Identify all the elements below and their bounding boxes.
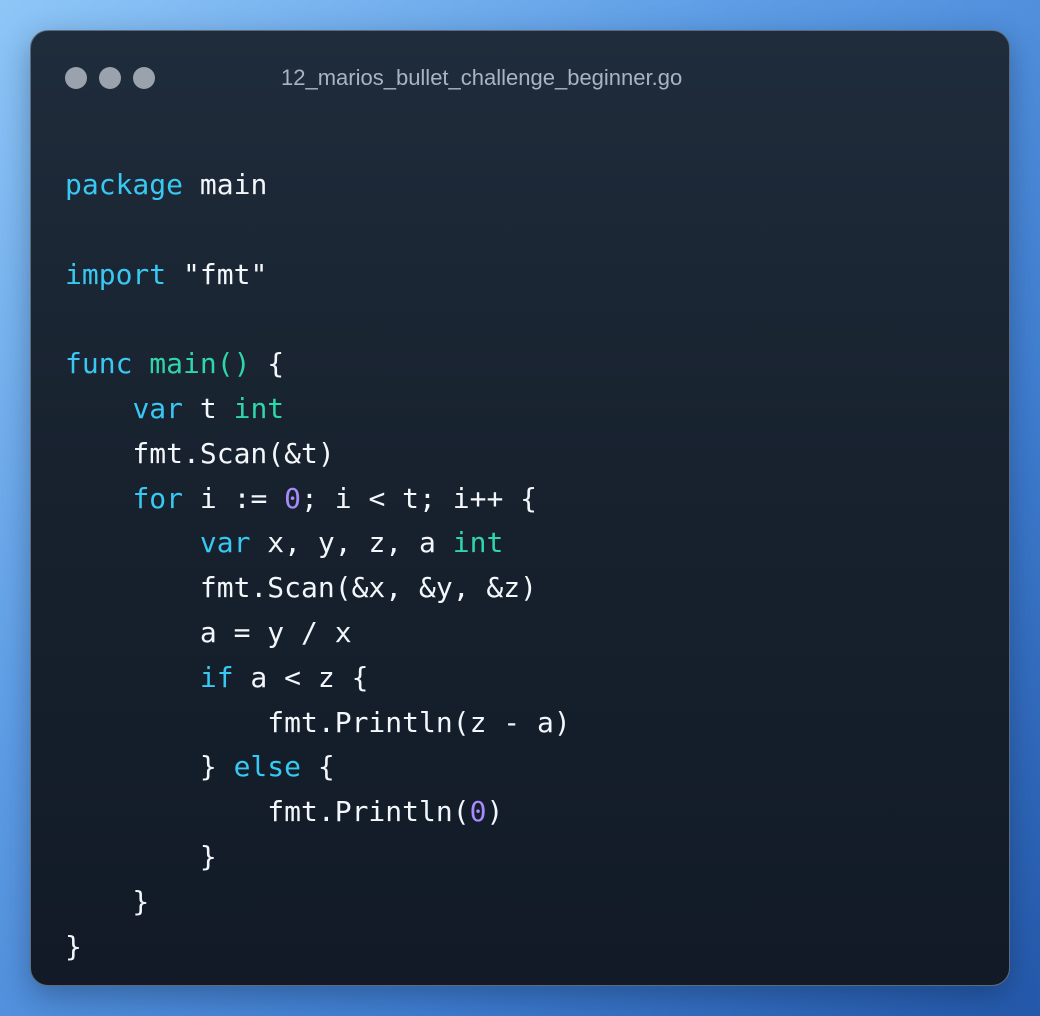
- code-token-ident: a < z {: [233, 660, 369, 694]
- code-line: fmt.Scan(&t): [65, 432, 571, 477]
- title-bar: 12_marios_bullet_challenge_beginner.go: [31, 31, 1009, 121]
- code-line: for i := 0; i < t; i++ {: [65, 477, 571, 522]
- code-line: package main: [65, 163, 571, 208]
- code-token-ident: a = y / x: [65, 615, 352, 649]
- code-token-number: 0: [469, 795, 487, 829]
- code-token-ident: fmt.Scan(&x, &y, &z): [65, 571, 538, 605]
- code-token-keyword: else: [233, 750, 302, 784]
- code-line: fmt.Println(0): [65, 790, 571, 835]
- code-token-keyword: var: [132, 391, 184, 425]
- code-token-ident: main: [183, 168, 268, 201]
- code-token-punct: }: [65, 839, 217, 873]
- code-token-keyword: package: [65, 168, 184, 201]
- code-token-keyword: import: [65, 257, 167, 291]
- code-token-punct: {: [301, 750, 335, 784]
- code-line: var t int: [65, 387, 571, 432]
- code-token-punct: {: [250, 347, 285, 381]
- window-dot-3[interactable]: [133, 67, 155, 89]
- code-token-ident: fmt.Println(z - a): [65, 705, 571, 739]
- code-block: package main import "fmt" func main() { …: [65, 163, 571, 969]
- code-token-punct: }: [65, 929, 82, 963]
- code-line: if a < z {: [65, 656, 571, 701]
- code-line: fmt.Println(z - a): [65, 701, 571, 746]
- code-token-ident: ; i < t; i++ {: [301, 481, 538, 515]
- code-window: 12_marios_bullet_challenge_beginner.go p…: [30, 30, 1010, 986]
- code-line: }: [65, 925, 571, 970]
- code-line: var x, y, z, a int: [65, 521, 571, 566]
- code-token-keyword: for: [132, 481, 184, 515]
- code-token-keyword: var: [199, 526, 251, 560]
- window-dot-2[interactable]: [99, 67, 121, 89]
- code-line: a = y / x: [65, 611, 571, 656]
- window-dot-1[interactable]: [65, 67, 87, 89]
- code-line: }: [65, 880, 571, 925]
- code-token-punct: }: [65, 750, 234, 784]
- window-controls: [65, 67, 155, 89]
- code-token-number: 0: [284, 481, 302, 515]
- code-token-punct: }: [65, 884, 150, 918]
- code-token-type: int: [233, 391, 285, 425]
- code-token-ident: fmt.Scan(&t): [65, 436, 335, 470]
- code-line: } else {: [65, 745, 571, 790]
- code-token-ident: x, y, z, a: [250, 526, 453, 560]
- code-token-string: "fmt": [166, 257, 268, 291]
- code-token-keyword: func: [65, 347, 133, 381]
- code-token-keyword: if: [199, 660, 234, 694]
- code-token-func: (): [216, 347, 251, 381]
- code-line: import "fmt": [65, 253, 571, 298]
- code-line: }: [65, 835, 571, 880]
- code-token-func: main: [149, 347, 217, 381]
- code-token-ident: i :=: [183, 481, 285, 515]
- code-line: fmt.Scan(&x, &y, &z): [65, 566, 571, 611]
- code-token-type: int: [452, 526, 504, 560]
- code-token-ident: fmt.Println(: [65, 795, 470, 829]
- file-name: 12_marios_bullet_challenge_beginner.go: [281, 65, 683, 90]
- code-token-ident: t: [183, 391, 234, 425]
- code-line: func main() {: [65, 342, 571, 387]
- code-token-punct: ): [486, 795, 504, 829]
